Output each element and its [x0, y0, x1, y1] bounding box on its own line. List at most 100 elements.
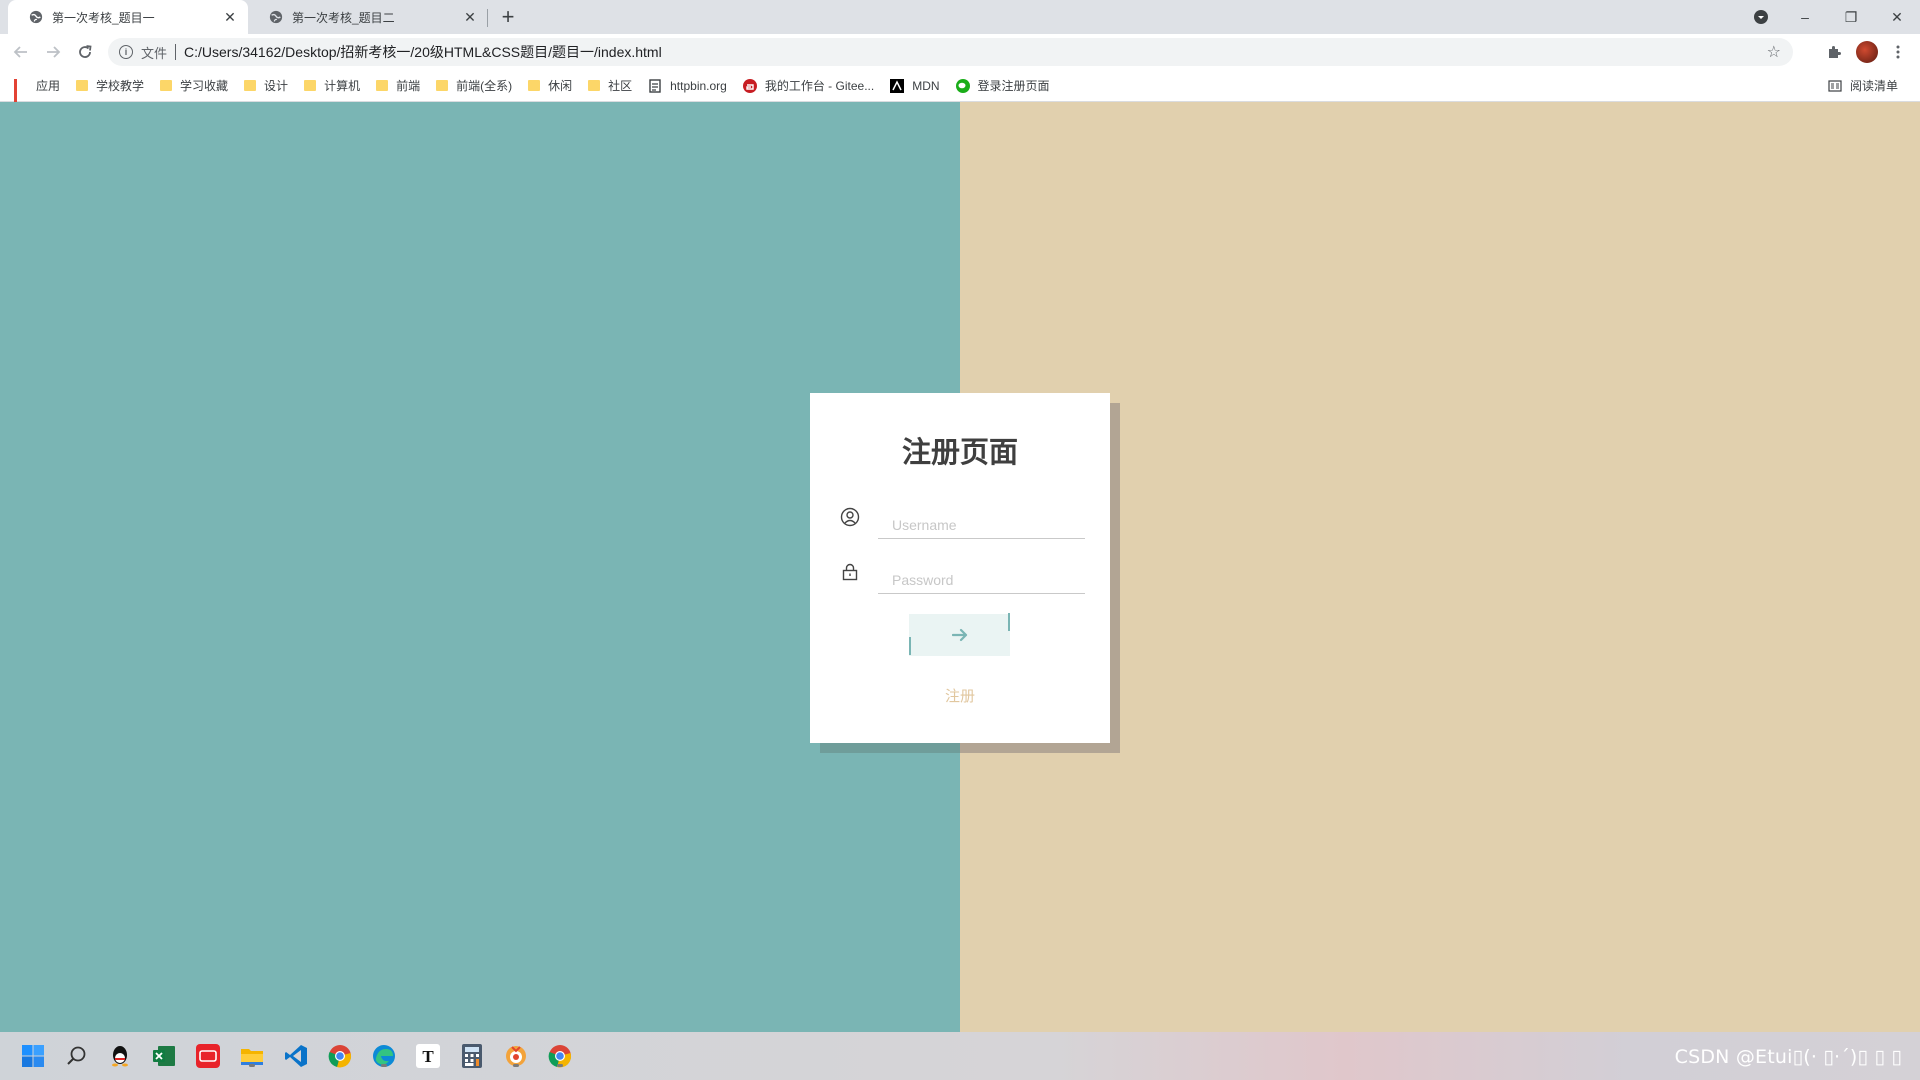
running-indicator [557, 1064, 563, 1067]
bookmark-mdn[interactable]: MDN [882, 72, 947, 100]
qq-icon[interactable] [106, 1042, 134, 1070]
reading-list-button[interactable]: 阅读清单 [1820, 72, 1906, 100]
bookmark-apps[interactable]: 应用 [6, 72, 68, 106]
apps-grid-icon [14, 78, 28, 106]
folder-icon [588, 80, 601, 91]
bookmark-star-icon[interactable]: ☆ [1767, 42, 1781, 62]
chrome-icon[interactable] [546, 1042, 574, 1070]
close-window-button[interactable]: ✕ [1874, 0, 1920, 34]
running-indicator [249, 1064, 255, 1067]
bookmark-label: 学习收藏 [180, 79, 229, 93]
tab-title: 第一次考核_题目二 [292, 10, 395, 25]
reload-button[interactable] [73, 40, 97, 64]
minimize-button[interactable]: – [1782, 0, 1828, 34]
username-field [840, 505, 1085, 539]
reading-list-icon [1828, 79, 1842, 93]
bookmark-label: 计算机 [324, 79, 361, 93]
reading-list-label: 阅读清单 [1849, 79, 1898, 93]
tab-2[interactable]: 第一次考核_题目二 ✕ [248, 0, 488, 34]
excel-icon[interactable] [150, 1042, 178, 1070]
folder-icon [160, 80, 173, 91]
tab-1[interactable]: 第一次考核_题目一 ✕ [8, 0, 248, 34]
restore-button[interactable]: ❐ [1828, 0, 1874, 34]
bookmark-folder[interactable]: 计算机 [296, 72, 368, 100]
youdao-icon[interactable] [194, 1042, 222, 1070]
calculator-icon[interactable] [458, 1042, 486, 1070]
bookmark-label: 社区 [608, 79, 633, 93]
profile-avatar[interactable] [1856, 41, 1878, 63]
register-link[interactable]: 注册 [810, 685, 1110, 706]
folder-icon [436, 80, 449, 91]
bookmark-folder[interactable]: 休闲 [520, 72, 580, 100]
page-content: 注册页面 注册 [0, 102, 1920, 1032]
svg-text:T: T [422, 1047, 434, 1066]
scheme-label: 文件 [141, 45, 168, 61]
page-icon [648, 78, 662, 93]
back-button[interactable] [9, 40, 33, 64]
chrome-icon[interactable] [326, 1042, 354, 1070]
bookmark-httpbin[interactable]: httpbin.org [640, 72, 735, 100]
bookmark-label: 我的工作台 - Gitee... [764, 79, 875, 93]
windows-start-icon[interactable] [19, 1042, 47, 1070]
arrow-right-icon [951, 628, 967, 642]
mdn-icon [890, 78, 905, 93]
new-tab-button[interactable]: + [496, 5, 520, 29]
wechat-icon [955, 78, 970, 93]
watermark-text: CSDN @Etui▯(· ▯·´)▯ ▯ ▯ [1674, 1046, 1902, 1068]
bookmark-label: 设计 [264, 79, 289, 93]
password-input[interactable] [878, 566, 1085, 594]
lock-icon [840, 562, 860, 582]
taskbar: T CSDN @Etui▯(· ▯·´)▯ ▯ ▯ [0, 1032, 1920, 1080]
bookmark-gitee[interactable]: 我的工作台 - Gitee... [735, 72, 882, 100]
search-icon[interactable] [63, 1042, 91, 1070]
divider [175, 44, 177, 60]
close-tab-icon[interactable]: ✕ [460, 7, 480, 27]
tab-search-icon[interactable] [1738, 0, 1784, 34]
file-explorer-icon[interactable] [238, 1042, 266, 1070]
bookmark-label: MDN [912, 78, 940, 93]
globe-icon [268, 9, 284, 25]
forward-button[interactable] [41, 40, 65, 64]
bookmark-label: 应用 [36, 79, 61, 93]
vscode-icon[interactable] [282, 1042, 310, 1070]
running-indicator [513, 1064, 519, 1067]
tab-strip: 第一次考核_题目一 ✕ 第一次考核_题目二 ✕ + – ❐ ✕ [0, 0, 1920, 34]
info-icon[interactable]: i [119, 45, 133, 59]
bookmark-label: 前端 [396, 79, 421, 93]
running-indicator [381, 1064, 387, 1067]
bookmark-folder[interactable]: 社区 [580, 72, 640, 100]
bookmark-folder[interactable]: 学校教学 [68, 72, 152, 100]
globe-icon [28, 9, 44, 25]
bookmark-folder[interactable]: 学习收藏 [152, 72, 236, 100]
user-circle-icon [840, 507, 860, 527]
tab-separator [487, 9, 488, 27]
password-field [840, 560, 1085, 594]
url-text[interactable]: C:/Users/34162/Desktop/招新考核一/20级HTML&CSS… [184, 42, 662, 62]
bookmark-label: 休闲 [548, 79, 573, 93]
folder-icon [244, 80, 257, 91]
folder-icon [376, 80, 389, 91]
page-title: 注册页面 [901, 435, 1018, 469]
app-icon[interactable] [502, 1042, 530, 1070]
browser-toolbar: i 文件 C:/Users/34162/Desktop/招新考核一/20级HTM… [0, 34, 1920, 70]
bookmark-label: 前端(全系) [456, 79, 513, 93]
bookmark-folder[interactable]: 前端 [368, 72, 428, 100]
bookmark-folder[interactable]: 设计 [236, 72, 296, 100]
extensions-icon[interactable] [1822, 40, 1846, 64]
bookmark-label: 学校教学 [96, 79, 145, 93]
submit-button[interactable] [909, 614, 1010, 656]
folder-icon [76, 80, 89, 91]
close-tab-icon[interactable]: ✕ [220, 7, 240, 27]
bookmark-login-page[interactable]: 登录注册页面 [948, 72, 1058, 100]
typora-icon[interactable]: T [414, 1042, 442, 1070]
register-card: 注册页面 注册 [810, 393, 1110, 743]
bookmark-folder[interactable]: 前端(全系) [428, 72, 520, 100]
bookmarks-bar: 应用 学校教学 学习收藏 设计 计算机 前端 前端(全系) 休闲 社区 http… [0, 70, 1920, 106]
edge-icon[interactable] [370, 1042, 398, 1070]
username-input[interactable] [878, 511, 1085, 539]
tab-title: 第一次考核_题目一 [52, 10, 155, 25]
button-accent-line [1008, 613, 1010, 631]
address-bar[interactable]: i 文件 C:/Users/34162/Desktop/招新考核一/20级HTM… [108, 38, 1793, 66]
menu-icon[interactable] [1886, 40, 1910, 64]
folder-icon [528, 80, 541, 91]
